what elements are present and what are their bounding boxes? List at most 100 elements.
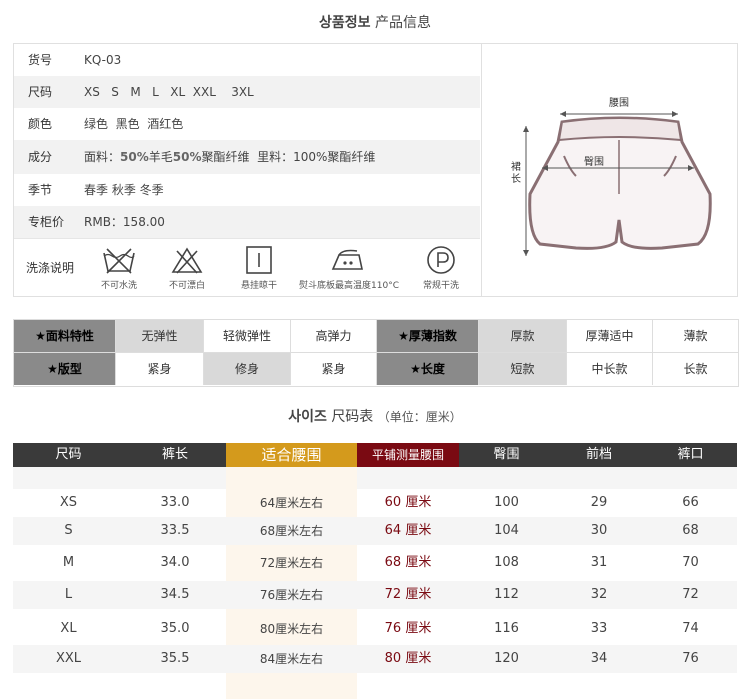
- cell-hip: 120: [494, 651, 519, 666]
- cell-hip: 112: [494, 587, 519, 602]
- info-row-color: 颜色 绿色 黑色 酒红色: [14, 108, 480, 140]
- material-percent: 50%: [120, 150, 149, 164]
- info-value: KQ-03: [84, 53, 122, 67]
- cell-fit-waist: 76厘米左右: [259, 588, 324, 602]
- info-label: 货号: [28, 53, 53, 67]
- cell-fit-waist: 64厘米左右: [259, 496, 324, 510]
- info-row-size: 尺码 XS S M L XL XXL 3XL: [14, 76, 480, 108]
- cell-length: 33.0: [160, 495, 190, 510]
- cell-fit-waist: 68厘米左右: [259, 524, 324, 538]
- fabric-properties-grid: ★面料特性 无弹性 轻微弹性 高弹力 ★厚薄指数 厚款 厚薄适中 薄款 ★版型 …: [13, 319, 739, 387]
- info-row-sku: 货号 KQ-03: [14, 44, 480, 76]
- cell-length: 34.5: [160, 587, 190, 602]
- hang-dry-icon: 悬挂晾干: [214, 245, 304, 291]
- info-value: RMB：158.00: [84, 215, 165, 229]
- cell-leg-opening: 66: [682, 495, 699, 510]
- prop-heading: ★长度: [377, 353, 479, 385]
- shorts-diagram: 腰围 臀围 裙长: [481, 44, 738, 296]
- cell-size: XL: [60, 621, 77, 636]
- cell-hip: 104: [494, 523, 519, 538]
- cell-hip: 100: [494, 495, 519, 510]
- cell-size: L: [64, 587, 73, 602]
- cell-rise: 33: [590, 621, 608, 636]
- prop-option: 薄款: [653, 320, 738, 352]
- material-part: 面料：: [84, 150, 121, 164]
- prop-option: 紧身: [116, 353, 204, 385]
- cell-hip: 108: [494, 555, 519, 570]
- cell-flat-waist: 64 厘米: [384, 523, 432, 538]
- cell-leg-opening: 74: [682, 621, 699, 636]
- prop-option: 中长款: [567, 353, 653, 385]
- cell-fit-waist: 72厘米左右: [259, 556, 324, 570]
- cell-leg-opening: 68: [682, 523, 699, 538]
- info-label: 成分: [28, 150, 53, 164]
- prop-option: 厚款: [479, 320, 567, 352]
- title-chinese: 产品信息: [374, 15, 431, 31]
- col-header-length: 裤长: [124, 443, 226, 467]
- info-label: 颜色: [28, 117, 53, 131]
- cell-leg-opening: 72: [682, 587, 699, 602]
- cell-size: M: [62, 555, 75, 570]
- grid-divider: [14, 352, 738, 353]
- product-info-list: 货号 KQ-03 尺码 XS S M L XL XXL 3XL 颜色 绿色 黑色…: [14, 44, 480, 296]
- cell-flat-waist: 76 厘米: [384, 621, 432, 636]
- prop-heading: ★厚薄指数: [377, 320, 479, 352]
- cell-length: 35.5: [160, 651, 190, 666]
- cell-size: XXL: [55, 651, 82, 666]
- cell-length: 34.0: [160, 555, 190, 570]
- cell-size: XS: [59, 495, 78, 510]
- product-info-panel: 货号 KQ-03 尺码 XS S M L XL XXL 3XL 颜色 绿色 黑色…: [13, 43, 738, 297]
- table-row: XS 33.0 64厘米左右 60 厘米 100 29 66: [13, 489, 737, 517]
- wash-instructions: 洗涤说明 不可水洗 不可漂白 悬挂晾干 熨斗底板最高温度110°C 常规干洗: [14, 238, 480, 297]
- cell-length: 35.0: [160, 621, 190, 636]
- prop-option: 轻微弹性: [204, 320, 291, 352]
- table-spacer-row: [13, 467, 737, 489]
- wash-label: 洗涤说明: [26, 261, 75, 275]
- col-header-fit-waist: 适合腰围: [226, 443, 357, 467]
- prop-option: 短款: [479, 353, 567, 385]
- prop-option: 厚薄适中: [567, 320, 653, 352]
- cell-rise: 29: [590, 495, 608, 510]
- hip-label: 臀围: [584, 156, 604, 168]
- cell-length: 33.5: [160, 523, 190, 538]
- col-header-leg-opening: 裤口: [644, 443, 737, 467]
- material-percent: 50%: [172, 150, 202, 164]
- prop-option: 长款: [653, 353, 738, 385]
- col-header-size: 尺码: [13, 443, 124, 467]
- cell-rise: 34: [590, 651, 608, 666]
- prop-option: 修身: [204, 353, 291, 385]
- info-label: 专柜价: [28, 215, 65, 229]
- product-info-title: 상품정보 产品信息: [0, 12, 750, 32]
- table-row: M 34.0 72厘米左右 68 厘米 108 31 70: [13, 549, 737, 577]
- cell-size: S: [64, 523, 73, 538]
- prop-option: 高弹力: [291, 320, 377, 352]
- prop-option: 紧身: [291, 353, 377, 385]
- table-row: L 34.5 76厘米左右 72 厘米 112 32 72: [13, 581, 737, 609]
- size-chart-title: 사이즈 尺码表 （单位：厘米）: [0, 406, 750, 426]
- table-row: S 33.5 68厘米左右 64 厘米 104 30 68: [13, 517, 737, 545]
- prop-heading: ★面料特性: [14, 320, 116, 352]
- info-value: 绿色 黑色 酒红色: [84, 117, 184, 131]
- prop-heading: ★版型: [14, 353, 116, 385]
- cell-flat-waist: 68 厘米: [384, 555, 432, 570]
- dry-clean-icon: 常规干洗: [396, 245, 486, 291]
- title-unit: （单位：厘米）: [377, 410, 462, 424]
- cell-flat-waist: 72 厘米: [384, 587, 432, 602]
- length-label: 裙长: [511, 162, 521, 185]
- info-value: 春季 秋季 冬季: [84, 183, 164, 197]
- cell-leg-opening: 70: [682, 555, 699, 570]
- col-header-flat-waist: 平铺测量腰围: [357, 443, 459, 467]
- wash-text: 熨斗底板最高温度110°C: [299, 281, 399, 291]
- cell-leg-opening: 76: [682, 651, 699, 666]
- col-header-hip: 臀围: [459, 443, 554, 467]
- cell-fit-waist: 80厘米左右: [259, 622, 324, 636]
- cell-rise: 30: [590, 523, 608, 538]
- cell-flat-waist: 80 厘米: [384, 651, 432, 666]
- waist-label: 腰围: [609, 97, 629, 109]
- cell-hip: 116: [494, 621, 519, 636]
- cell-rise: 32: [590, 587, 608, 602]
- table-row: XL 35.0 80厘米左右 76 厘米 116 33 74: [13, 615, 737, 643]
- info-value: XS S M L XL XXL 3XL: [84, 85, 254, 99]
- title-korean: 상품정보: [319, 15, 371, 31]
- wash-text: 悬挂晾干: [240, 281, 277, 291]
